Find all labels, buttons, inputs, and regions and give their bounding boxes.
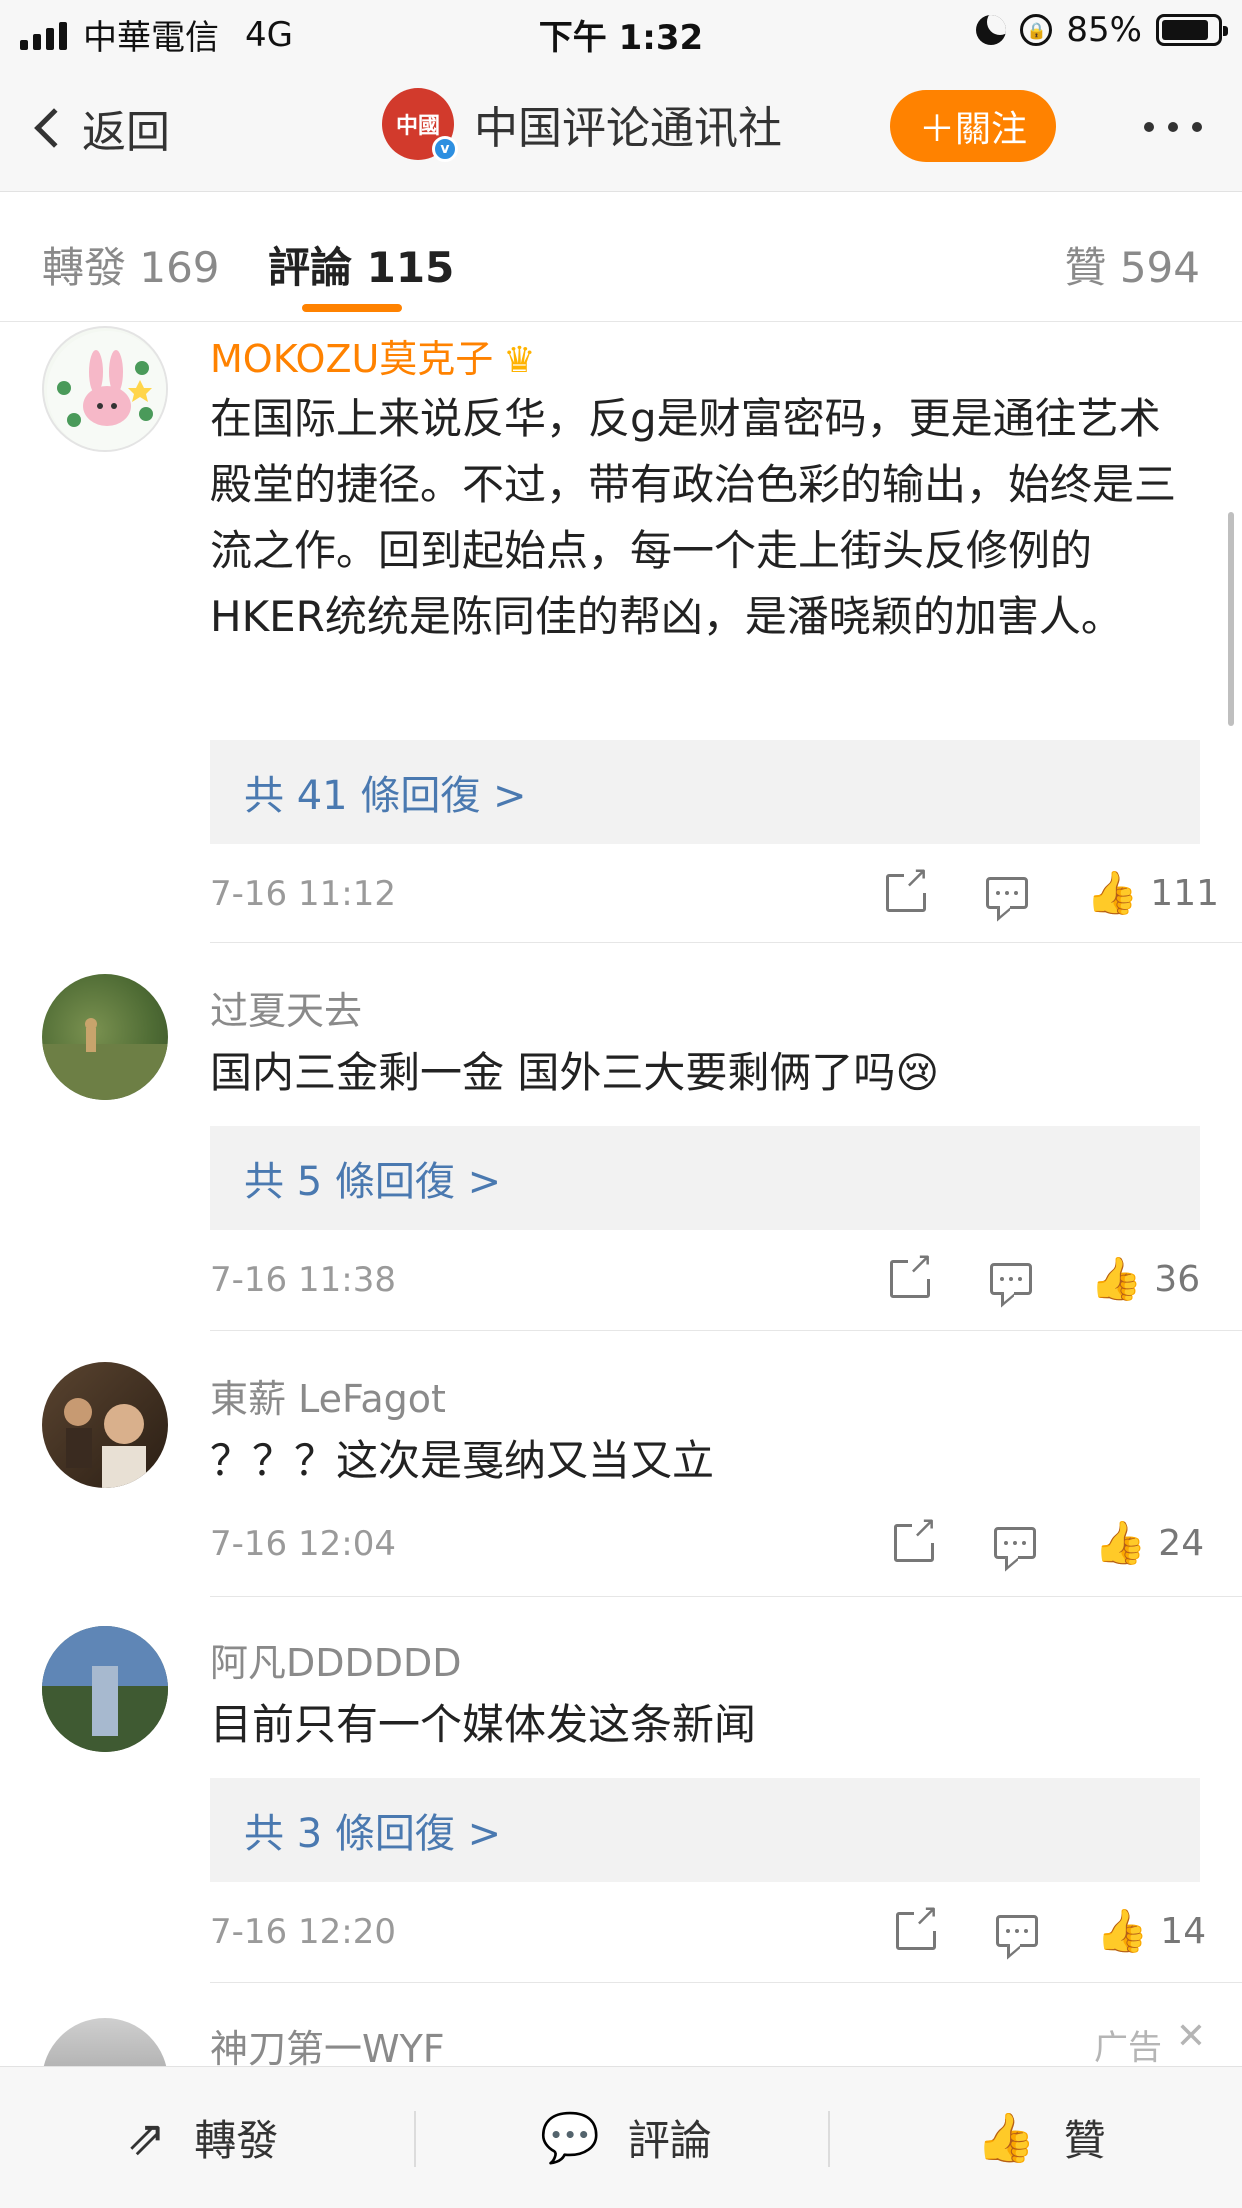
bottom-repost-label: 轉發 bbox=[194, 2116, 279, 2165]
avatar[interactable] bbox=[42, 326, 168, 452]
close-icon[interactable]: ✕ bbox=[1176, 2016, 1206, 2057]
avatar[interactable] bbox=[42, 2018, 168, 2066]
comment-time: 7-16 11:12 bbox=[210, 874, 396, 914]
thumbs-up-icon: 👍 bbox=[1090, 1254, 1143, 1303]
ad-comment-item: 神刀第一WYF 广告 ✕ bbox=[0, 2014, 1242, 2066]
like-count: 111 bbox=[1150, 872, 1220, 914]
comment-meta: 7-16 11:38 👍 36 bbox=[210, 1249, 1200, 1304]
comment-username[interactable]: 東薪 LeFagot bbox=[210, 1368, 446, 1423]
comment-time: 7-16 12:20 bbox=[210, 1912, 396, 1952]
avatar[interactable] bbox=[42, 1362, 168, 1488]
tab-likes[interactable]: 贊 594 bbox=[1064, 234, 1200, 295]
back-label: 返回 bbox=[82, 107, 170, 158]
like-count: 36 bbox=[1154, 1258, 1201, 1300]
account-avatar: 中國 v bbox=[382, 88, 458, 162]
reply-action[interactable] bbox=[994, 1518, 1036, 1568]
battery-percent: 85% bbox=[1066, 10, 1142, 50]
comment-divider bbox=[210, 1330, 1242, 1331]
comment-text: 国内三金剩一金 国外三大要剩俩了吗😢 bbox=[210, 1048, 940, 1097]
repost-action[interactable] bbox=[896, 1901, 939, 1956]
view-replies-button[interactable]: 共 3 條回復 > bbox=[210, 1778, 1200, 1882]
battery-level bbox=[1162, 20, 1208, 40]
status-right: 🔒 85% bbox=[976, 10, 1228, 50]
battery-icon bbox=[1156, 14, 1228, 46]
share-icon bbox=[894, 1513, 937, 1562]
comment-divider bbox=[210, 1596, 1242, 1597]
chevron-left-icon bbox=[34, 108, 74, 148]
comment-username[interactable]: 阿凡DDDDDD bbox=[210, 1632, 462, 1687]
divider bbox=[828, 2111, 830, 2167]
thumbs-up-icon: 👍 bbox=[1096, 1906, 1149, 1955]
comment-text: 在国际上来说反华，反g是财富密码，更是通往艺术殿堂的捷径。不过，带有政治色彩的输… bbox=[210, 394, 1177, 641]
repost-action[interactable] bbox=[890, 1249, 933, 1304]
view-replies-button[interactable]: 共 5 條回復 > bbox=[210, 1126, 1200, 1230]
thumbs-up-icon: 👍 bbox=[1094, 1518, 1147, 1567]
rotation-lock-icon: 🔒 bbox=[1020, 14, 1053, 46]
active-tab-indicator bbox=[302, 304, 402, 312]
comment-divider bbox=[210, 1982, 1242, 1983]
like-action[interactable]: 👍 36 bbox=[1090, 1254, 1200, 1304]
bottom-comment-label: 評論 bbox=[627, 2116, 712, 2165]
view-replies-button[interactable]: 共 41 條回復 > bbox=[210, 740, 1200, 844]
share-icon bbox=[896, 1901, 939, 1950]
do-not-disturb-icon bbox=[976, 15, 1007, 45]
divider bbox=[414, 2111, 416, 2167]
repost-action[interactable] bbox=[894, 1513, 937, 1568]
avatar[interactable] bbox=[42, 1626, 168, 1752]
nav-bar: 返回 中國 v 中国评论通讯社 ＋關注 bbox=[0, 62, 1242, 192]
comment-username[interactable]: 过夏天去 bbox=[210, 980, 362, 1035]
bottom-repost-button[interactable]: ⇗ 轉發 bbox=[126, 2107, 278, 2168]
more-options-icon[interactable] bbox=[1144, 122, 1202, 132]
like-action[interactable]: 👍 14 bbox=[1096, 1906, 1206, 1956]
comment-meta: 7-16 11:12 👍 111 bbox=[210, 863, 1219, 918]
thumbs-up-icon: 👍 bbox=[976, 2110, 1036, 2166]
comment-icon bbox=[990, 1263, 1032, 1295]
reply-action[interactable] bbox=[986, 868, 1028, 918]
comment-icon bbox=[986, 877, 1028, 909]
share-icon bbox=[890, 1249, 933, 1298]
bottom-like-button[interactable]: 👍 贊 bbox=[976, 2107, 1106, 2168]
comment-username[interactable]: MOKOZU莫克子 ♛ bbox=[210, 328, 536, 383]
reply-action[interactable] bbox=[996, 1906, 1038, 1956]
avatar-logo-text: 中國 bbox=[395, 114, 440, 139]
status-bar: 中華電信 4G 下午 1:32 🔒 85% bbox=[0, 0, 1242, 62]
comment-icon bbox=[994, 1527, 1036, 1559]
comment-divider bbox=[210, 942, 1242, 943]
scrollbar[interactable] bbox=[1228, 512, 1234, 726]
vip-crown-icon: ♛ bbox=[503, 340, 536, 381]
avatar[interactable] bbox=[42, 974, 168, 1100]
comment-text: 目前只有一个媒体发这条新闻 bbox=[210, 1700, 757, 1749]
comment-icon: 💬 bbox=[540, 2110, 600, 2166]
share-icon: ⇗ bbox=[126, 2109, 167, 2166]
account-header[interactable]: 中國 v 中国评论通讯社 bbox=[382, 88, 782, 162]
reply-action[interactable] bbox=[990, 1254, 1032, 1304]
like-action[interactable]: 👍 111 bbox=[1086, 868, 1219, 918]
comment-meta: 7-16 12:20 👍 14 bbox=[210, 1901, 1206, 1956]
like-action[interactable]: 👍 24 bbox=[1094, 1518, 1204, 1568]
like-count: 14 bbox=[1160, 1910, 1207, 1952]
comment-time: 7-16 11:38 bbox=[210, 1260, 396, 1300]
comment-username[interactable]: 神刀第一WYF bbox=[210, 2018, 445, 2066]
comment-meta: 7-16 12:04 👍 24 bbox=[210, 1513, 1204, 1568]
tab-bar: 轉發 169 評論 115 贊 594 bbox=[0, 192, 1242, 322]
bottom-like-label: 贊 bbox=[1063, 2116, 1106, 2165]
comment-time: 7-16 12:04 bbox=[210, 1524, 396, 1564]
ad-label: 广告 bbox=[1094, 2028, 1162, 2066]
account-name: 中国评论通讯社 bbox=[474, 103, 782, 154]
back-button[interactable]: 返回 bbox=[30, 96, 170, 160]
repost-action[interactable] bbox=[886, 863, 929, 918]
follow-button[interactable]: ＋關注 bbox=[890, 90, 1056, 162]
like-count: 24 bbox=[1158, 1522, 1205, 1564]
comment-text: ？？？这次是戛纳又当又立 bbox=[210, 1436, 715, 1485]
comment-icon bbox=[996, 1915, 1038, 1947]
tab-comments[interactable]: 評論 115 bbox=[268, 234, 454, 295]
verified-badge-icon: v bbox=[432, 136, 458, 162]
bottom-comment-button[interactable]: 💬 評論 bbox=[540, 2107, 712, 2168]
thumbs-up-icon: 👍 bbox=[1086, 868, 1139, 917]
share-icon bbox=[886, 863, 929, 912]
tab-repost[interactable]: 轉發 169 bbox=[42, 234, 220, 295]
bottom-action-bar: ⇗ 轉發 💬 評論 👍 贊 bbox=[0, 2066, 1242, 2208]
